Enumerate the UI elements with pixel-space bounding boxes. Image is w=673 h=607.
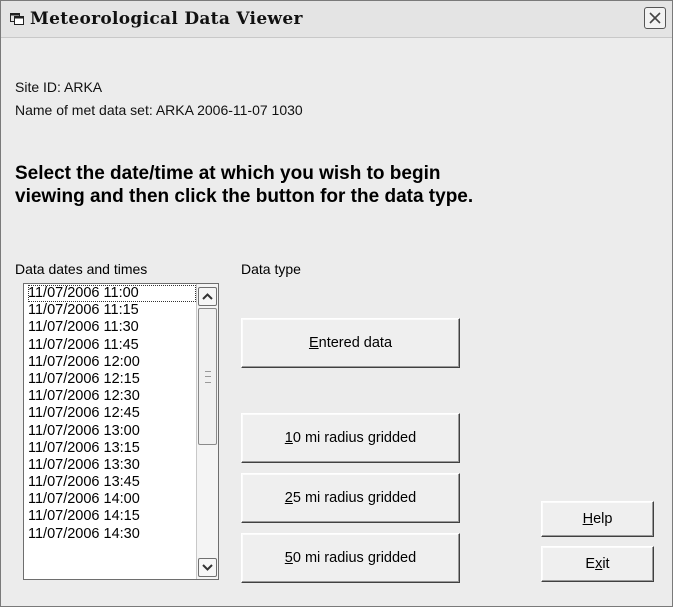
date-time-list-item[interactable]: 11/07/2006 12:45 — [28, 405, 196, 422]
date-time-list-item[interactable]: 11/07/2006 14:15 — [28, 508, 196, 525]
exit-label-pre: E — [585, 556, 596, 572]
date-time-list-item[interactable]: 11/07/2006 11:00 — [28, 285, 196, 303]
chevron-down-icon — [202, 564, 213, 571]
title-bar[interactable]: Meteorological Data Viewer — [1, 1, 672, 38]
50-mi-label: 0 mi radius gridded — [292, 550, 417, 566]
50-mi-radius-gridded-button[interactable]: 50 mi radius gridded — [241, 533, 460, 583]
help-label: elp — [593, 511, 613, 527]
dates-listbox[interactable]: 11/07/2006 11:00 11/07/2006 11:15 11/07/20… — [23, 283, 219, 580]
chevron-up-icon — [202, 293, 213, 300]
dates-label: Data dates and times — [15, 261, 148, 277]
entered-data-button[interactable]: Entered data — [241, 318, 460, 368]
scroll-grip — [205, 371, 211, 383]
scroll-down-button[interactable] — [198, 558, 217, 577]
date-time-list-item[interactable]: 11/07/2006 13:15 — [28, 440, 196, 457]
site-id-text: Site ID: ARKA — [15, 79, 103, 95]
scroll-thumb[interactable] — [198, 308, 217, 445]
date-time-list-item[interactable]: 11/07/2006 11:15 — [28, 302, 196, 319]
exit-button[interactable]: Exit — [541, 546, 654, 582]
date-time-list-item[interactable]: 11/07/2006 14:30 — [28, 526, 196, 543]
data-type-label: Data type — [241, 261, 301, 277]
help-mnemonic: H — [582, 511, 594, 527]
dates-list-items: 11/07/2006 11:00 11/07/2006 11:15 11/07/20… — [28, 285, 196, 543]
date-time-list-item[interactable]: 11/07/2006 12:15 — [28, 371, 196, 388]
entered-data-mnemonic: E — [308, 335, 319, 351]
date-time-list-item[interactable]: 11/07/2006 13:30 — [28, 457, 196, 474]
25-mi-mnemonic: 2 — [284, 490, 293, 506]
10-mi-label: 0 mi radius gridded — [292, 430, 417, 446]
exit-label-post: it — [602, 556, 610, 572]
date-time-list-item[interactable]: 11/07/2006 13:45 — [28, 474, 196, 491]
scroll-up-button[interactable] — [198, 287, 217, 306]
close-icon — [649, 12, 661, 24]
window-title: Meteorological Data Viewer — [30, 9, 303, 29]
25-mi-radius-gridded-button[interactable]: 25 mi radius gridded — [241, 473, 460, 523]
date-time-list-item[interactable]: 11/07/2006 11:45 — [28, 337, 196, 354]
25-mi-label: 5 mi radius gridded — [292, 490, 417, 506]
10-mi-radius-gridded-button[interactable]: 10 mi radius gridded — [241, 413, 460, 463]
entered-data-label: ntered data — [318, 335, 393, 351]
50-mi-mnemonic: 5 — [284, 550, 293, 566]
date-time-list-item[interactable]: 11/07/2006 11:30 — [28, 319, 196, 336]
meteorological-data-viewer-window: Meteorological Data Viewer Site ID: ARKA… — [0, 0, 673, 607]
instruction-text: Select the date/time at which you wish t… — [15, 163, 474, 207]
10-mi-mnemonic: 1 — [284, 430, 293, 446]
met-data-set-name-text: Name of met data set: ARKA 2006-11-07 10… — [15, 102, 303, 118]
close-button[interactable] — [644, 7, 666, 29]
date-time-list-item[interactable]: 11/07/2006 14:00 — [28, 491, 196, 508]
date-time-list-item[interactable]: 11/07/2006 12:30 — [28, 388, 196, 405]
date-time-list-item[interactable]: 11/07/2006 13:00 — [28, 423, 196, 440]
help-button[interactable]: Help — [541, 501, 654, 537]
dates-scrollbar[interactable] — [196, 284, 218, 579]
window-app-icon — [10, 13, 24, 25]
date-time-list-item[interactable]: 11/07/2006 12:00 — [28, 354, 196, 371]
